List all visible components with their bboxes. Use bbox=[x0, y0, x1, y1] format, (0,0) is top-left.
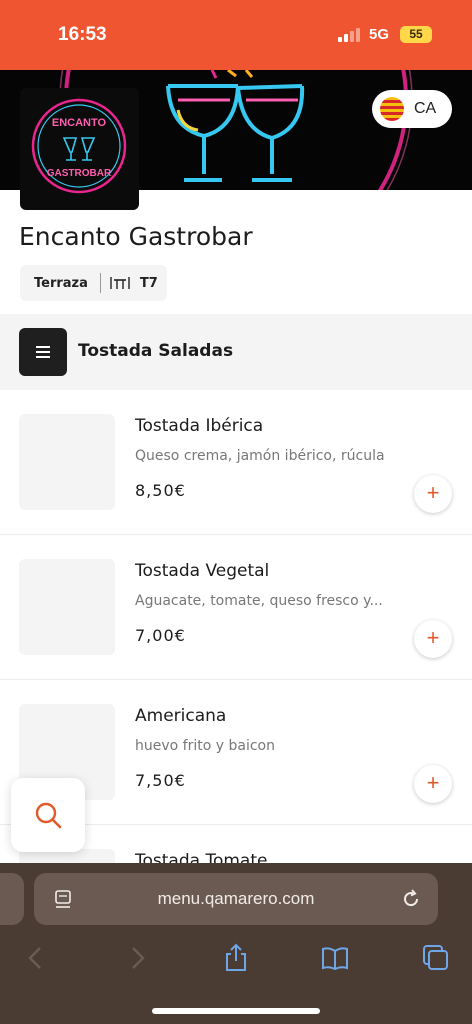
table-info-chip: Terraza T7 bbox=[20, 265, 167, 301]
add-to-cart-button[interactable]: + bbox=[414, 765, 452, 803]
search-icon bbox=[35, 802, 62, 829]
product-description: Queso crema, jamón ibérico, rúcula bbox=[135, 448, 385, 464]
product-image bbox=[19, 414, 115, 510]
browser-toolbar: menu.qamarero.com bbox=[0, 863, 472, 1024]
language-label: CA bbox=[414, 100, 437, 117]
reload-icon[interactable] bbox=[400, 888, 422, 910]
status-time: 16:53 bbox=[58, 24, 107, 45]
product-image bbox=[19, 559, 115, 655]
product-description: Aguacate, tomate, queso fresco y... bbox=[135, 593, 383, 609]
table-icon bbox=[110, 277, 130, 289]
add-to-cart-button[interactable]: + bbox=[414, 620, 452, 658]
bookmarks-icon[interactable] bbox=[320, 943, 350, 973]
battery-icon: 55 bbox=[400, 26, 432, 43]
add-to-cart-button[interactable]: + bbox=[414, 475, 452, 513]
category-menu-button[interactable] bbox=[19, 328, 67, 376]
hamburger-menu-icon bbox=[36, 346, 50, 348]
logo-text-bottom: GASTROBAR bbox=[47, 168, 112, 179]
share-icon[interactable] bbox=[221, 943, 251, 973]
network-type: 5G bbox=[369, 26, 390, 43]
product-description: huevo frito y baicon bbox=[135, 738, 275, 754]
previous-tab-preview[interactable] bbox=[0, 873, 24, 925]
forward-arrow-icon[interactable] bbox=[122, 943, 152, 973]
product-item[interactable]: Tostada Vegetal Aguacate, tomate, queso … bbox=[0, 535, 472, 680]
status-bar: 16:53 5G 55 bbox=[0, 0, 472, 70]
language-selector-button[interactable]: CA bbox=[372, 90, 452, 128]
home-indicator bbox=[152, 1008, 320, 1014]
product-price: 7,00€ bbox=[135, 626, 186, 645]
zone-label: Terraza bbox=[34, 275, 88, 291]
catalan-flag-icon bbox=[380, 97, 404, 121]
address-bar[interactable]: menu.qamarero.com bbox=[34, 873, 438, 925]
category-title: Tostada Saladas bbox=[78, 341, 234, 361]
back-arrow-icon[interactable] bbox=[21, 943, 51, 973]
restaurant-name: Encanto Gastrobar bbox=[19, 222, 253, 251]
product-price: 8,50€ bbox=[135, 481, 186, 500]
url-text: menu.qamarero.com bbox=[157, 889, 315, 908]
product-name: Americana bbox=[135, 706, 227, 726]
product-price: 7,50€ bbox=[135, 771, 186, 790]
product-name: Tostada Vegetal bbox=[135, 561, 270, 581]
category-bar: Tostada Saladas bbox=[0, 314, 472, 390]
table-number: T7 bbox=[139, 275, 158, 291]
search-button[interactable] bbox=[11, 778, 85, 852]
logo-artwork: ENCANTO GASTROBAR bbox=[31, 98, 127, 194]
restaurant-logo: ENCANTO GASTROBAR bbox=[20, 88, 139, 210]
product-item[interactable]: Tostada Ibérica Queso crema, jamón ibéri… bbox=[0, 390, 472, 535]
signal-strength-icon bbox=[338, 28, 362, 42]
logo-text-top: ENCANTO bbox=[52, 117, 107, 129]
tabs-icon[interactable] bbox=[421, 943, 451, 973]
chip-divider bbox=[99, 273, 101, 293]
product-name: Tostada Ibérica bbox=[135, 416, 264, 436]
